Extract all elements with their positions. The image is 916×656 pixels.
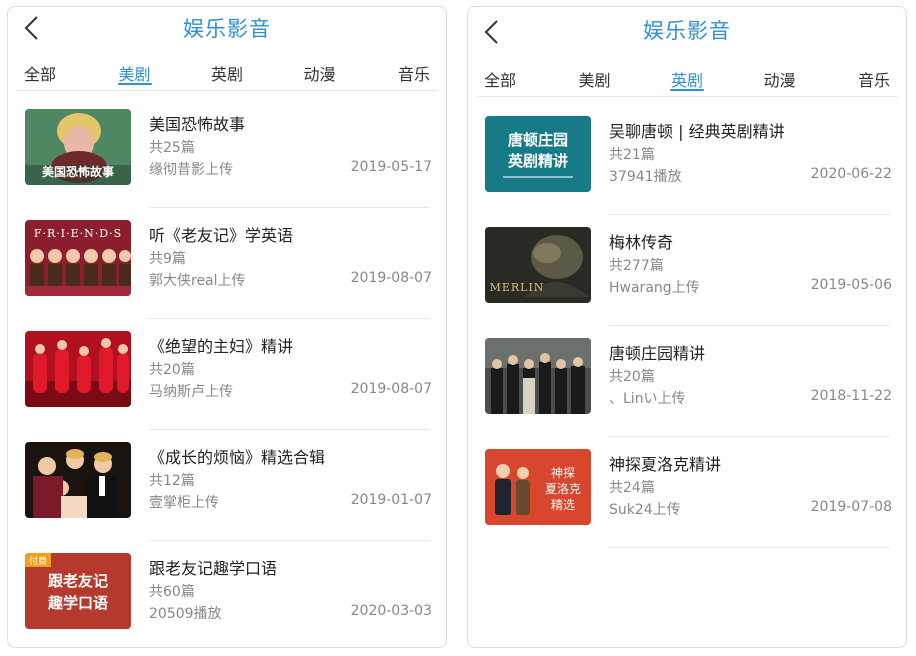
thumb-caption: 跟老友记 xyxy=(48,572,108,590)
upload-date: 2019-05-17 xyxy=(350,159,432,175)
thumb-caption: 夏洛克 xyxy=(545,481,581,496)
upload-date: 2019-08-07 xyxy=(350,270,432,286)
episode-count: 共24篇 xyxy=(609,480,655,496)
album-thumbnail: 神探 夏洛克 精选 xyxy=(485,449,591,525)
tab-uk-drama[interactable]: 英剧 xyxy=(195,51,259,91)
episode-count: 共60篇 xyxy=(149,584,195,600)
list-item[interactable]: MERLIN 梅林传奇 共277篇 Hwarang上传 2019-05-06 xyxy=(485,215,896,326)
list-item[interactable]: 唐顿庄园精讲 共20篇 、Linい上传 2018-11-22 xyxy=(485,326,896,437)
list-item[interactable]: 付费 跟老友记 趣学口语 跟老友记趣学口语 共60篇 20509播放 2020-… xyxy=(25,541,436,647)
tab-all[interactable]: 全部 xyxy=(24,51,74,91)
album-thumbnail xyxy=(25,442,131,518)
thumb-caption: MERLIN xyxy=(490,281,545,294)
header: 娱乐影音 xyxy=(468,7,906,53)
upload-date: 2018-11-22 xyxy=(810,388,892,404)
thumb-caption: 神探 xyxy=(551,466,575,480)
album-thumbnail xyxy=(25,331,131,407)
back-button[interactable] xyxy=(476,17,506,47)
album-title: 梅林传奇 xyxy=(609,233,674,252)
play-count: 20509播放 xyxy=(149,606,222,622)
thumb-caption: F·R·I·E·N·D·S xyxy=(34,227,122,240)
category-tabs: 全部 美剧 英剧 动漫 音乐 xyxy=(16,51,438,91)
album-title: 唐顿庄园精讲 xyxy=(609,344,706,363)
tab-us-drama[interactable]: 美剧 xyxy=(103,51,167,91)
tab-music[interactable]: 音乐 xyxy=(840,57,890,97)
album-list: 唐顿庄园 英剧精讲 吴聊唐顿 | 经典英剧精讲 共21篇 37941播放 202… xyxy=(485,104,896,548)
category-tabs: 全部 美剧 英剧 动漫 音乐 xyxy=(476,57,898,97)
album-title: 听《老友记》学英语 xyxy=(149,226,294,245)
tab-anime[interactable]: 动漫 xyxy=(748,57,812,97)
thumb-caption: 英剧精讲 xyxy=(508,152,568,170)
tab-us-drama[interactable]: 美剧 xyxy=(563,57,627,97)
episode-count: 共9篇 xyxy=(149,251,186,267)
album-title: 《绝望的主妇》精讲 xyxy=(149,337,294,356)
album-thumbnail xyxy=(485,338,591,414)
thumb-caption: 精选 xyxy=(551,498,575,512)
album-thumbnail: 唐顿庄园 英剧精讲 xyxy=(485,116,591,192)
thumb-caption: 趣学口语 xyxy=(47,594,108,612)
upload-date: 2019-01-07 xyxy=(350,492,432,508)
left-screen: 娱乐影音 全部 美剧 英剧 动漫 音乐 美国恐怖故事 美国恐怖故事 共25篇 缘… xyxy=(7,6,447,648)
upload-date: 2020-06-22 xyxy=(810,166,892,182)
upload-date: 2019-08-07 xyxy=(350,381,432,397)
uploader: 马纳斯卢上传 xyxy=(149,384,233,400)
tab-all[interactable]: 全部 xyxy=(484,57,534,97)
list-item[interactable]: 神探 夏洛克 精选 神探夏洛克精讲 共24篇 Suk24上传 2019-07-0… xyxy=(485,437,896,548)
episode-count: 共20篇 xyxy=(149,362,195,378)
upload-date: 2019-07-08 xyxy=(810,499,892,515)
back-button[interactable] xyxy=(16,13,46,43)
album-title: 美国恐怖故事 xyxy=(149,115,246,134)
thumb-caption: 美国恐怖故事 xyxy=(42,164,114,179)
list-item[interactable]: 唐顿庄园 英剧精讲 吴聊唐顿 | 经典英剧精讲 共21篇 37941播放 202… xyxy=(485,104,896,215)
album-title: 《成长的烦恼》精选合辑 xyxy=(149,448,326,467)
uploader: 郭大侠real上传 xyxy=(149,273,246,289)
list-item[interactable]: 《成长的烦恼》精选合辑 共12篇 壹掌柜上传 2019-01-07 xyxy=(25,430,436,541)
episode-count: 共12篇 xyxy=(149,473,195,489)
chevron-left-icon xyxy=(24,16,38,40)
play-count: 37941播放 xyxy=(609,169,682,185)
list-item[interactable]: 美国恐怖故事 美国恐怖故事 共25篇 缘彻昔影上传 2019-05-17 xyxy=(25,97,436,208)
tab-anime[interactable]: 动漫 xyxy=(288,51,352,91)
episode-count: 共25篇 xyxy=(149,140,195,156)
header: 娱乐影音 xyxy=(8,7,446,49)
uploader: 缘彻昔影上传 xyxy=(149,162,233,178)
chevron-left-icon xyxy=(484,20,498,44)
paid-badge: 付费 xyxy=(29,555,47,567)
album-thumbnail: 美国恐怖故事 xyxy=(25,109,131,185)
episode-count: 共20篇 xyxy=(609,369,655,385)
tab-uk-drama[interactable]: 英剧 xyxy=(655,57,719,97)
thumb-caption: 唐顿庄园 xyxy=(508,131,568,149)
album-thumbnail: F·R·I·E·N·D·S xyxy=(25,220,131,296)
album-title: 神探夏洛克精讲 xyxy=(609,455,722,474)
album-thumbnail: MERLIN xyxy=(485,227,591,303)
tab-music[interactable]: 音乐 xyxy=(380,51,430,91)
album-title: 吴聊唐顿 | 经典英剧精讲 xyxy=(609,122,785,141)
episode-count: 共21篇 xyxy=(609,147,655,163)
episode-count: 共277篇 xyxy=(609,258,664,274)
upload-date: 2019-05-06 xyxy=(810,277,892,293)
upload-date: 2020-03-03 xyxy=(350,603,432,619)
list-item[interactable]: F·R·I·E·N·D·S 听《老友记》学英语 共9篇 郭大侠real上传 20 xyxy=(25,208,436,319)
uploader: Suk24上传 xyxy=(609,502,681,518)
divider xyxy=(609,547,890,548)
page-title: 娱乐影音 xyxy=(643,19,731,43)
album-list: 美国恐怖故事 美国恐怖故事 共25篇 缘彻昔影上传 2019-05-17 F·R… xyxy=(25,97,436,647)
uploader: 、Linい上传 xyxy=(609,391,686,407)
list-item[interactable]: 《绝望的主妇》精讲 共20篇 马纳斯卢上传 2019-08-07 xyxy=(25,319,436,430)
album-title: 跟老友记趣学口语 xyxy=(149,559,278,578)
album-thumbnail: 付费 跟老友记 趣学口语 xyxy=(25,553,131,629)
uploader: Hwarang上传 xyxy=(609,280,700,296)
right-screen: 娱乐影音 全部 美剧 英剧 动漫 音乐 唐顿庄园 英剧精讲 吴聊唐顿 | 经典英… xyxy=(467,6,907,648)
page-title: 娱乐影音 xyxy=(183,17,271,41)
uploader: 壹掌柜上传 xyxy=(149,495,219,511)
